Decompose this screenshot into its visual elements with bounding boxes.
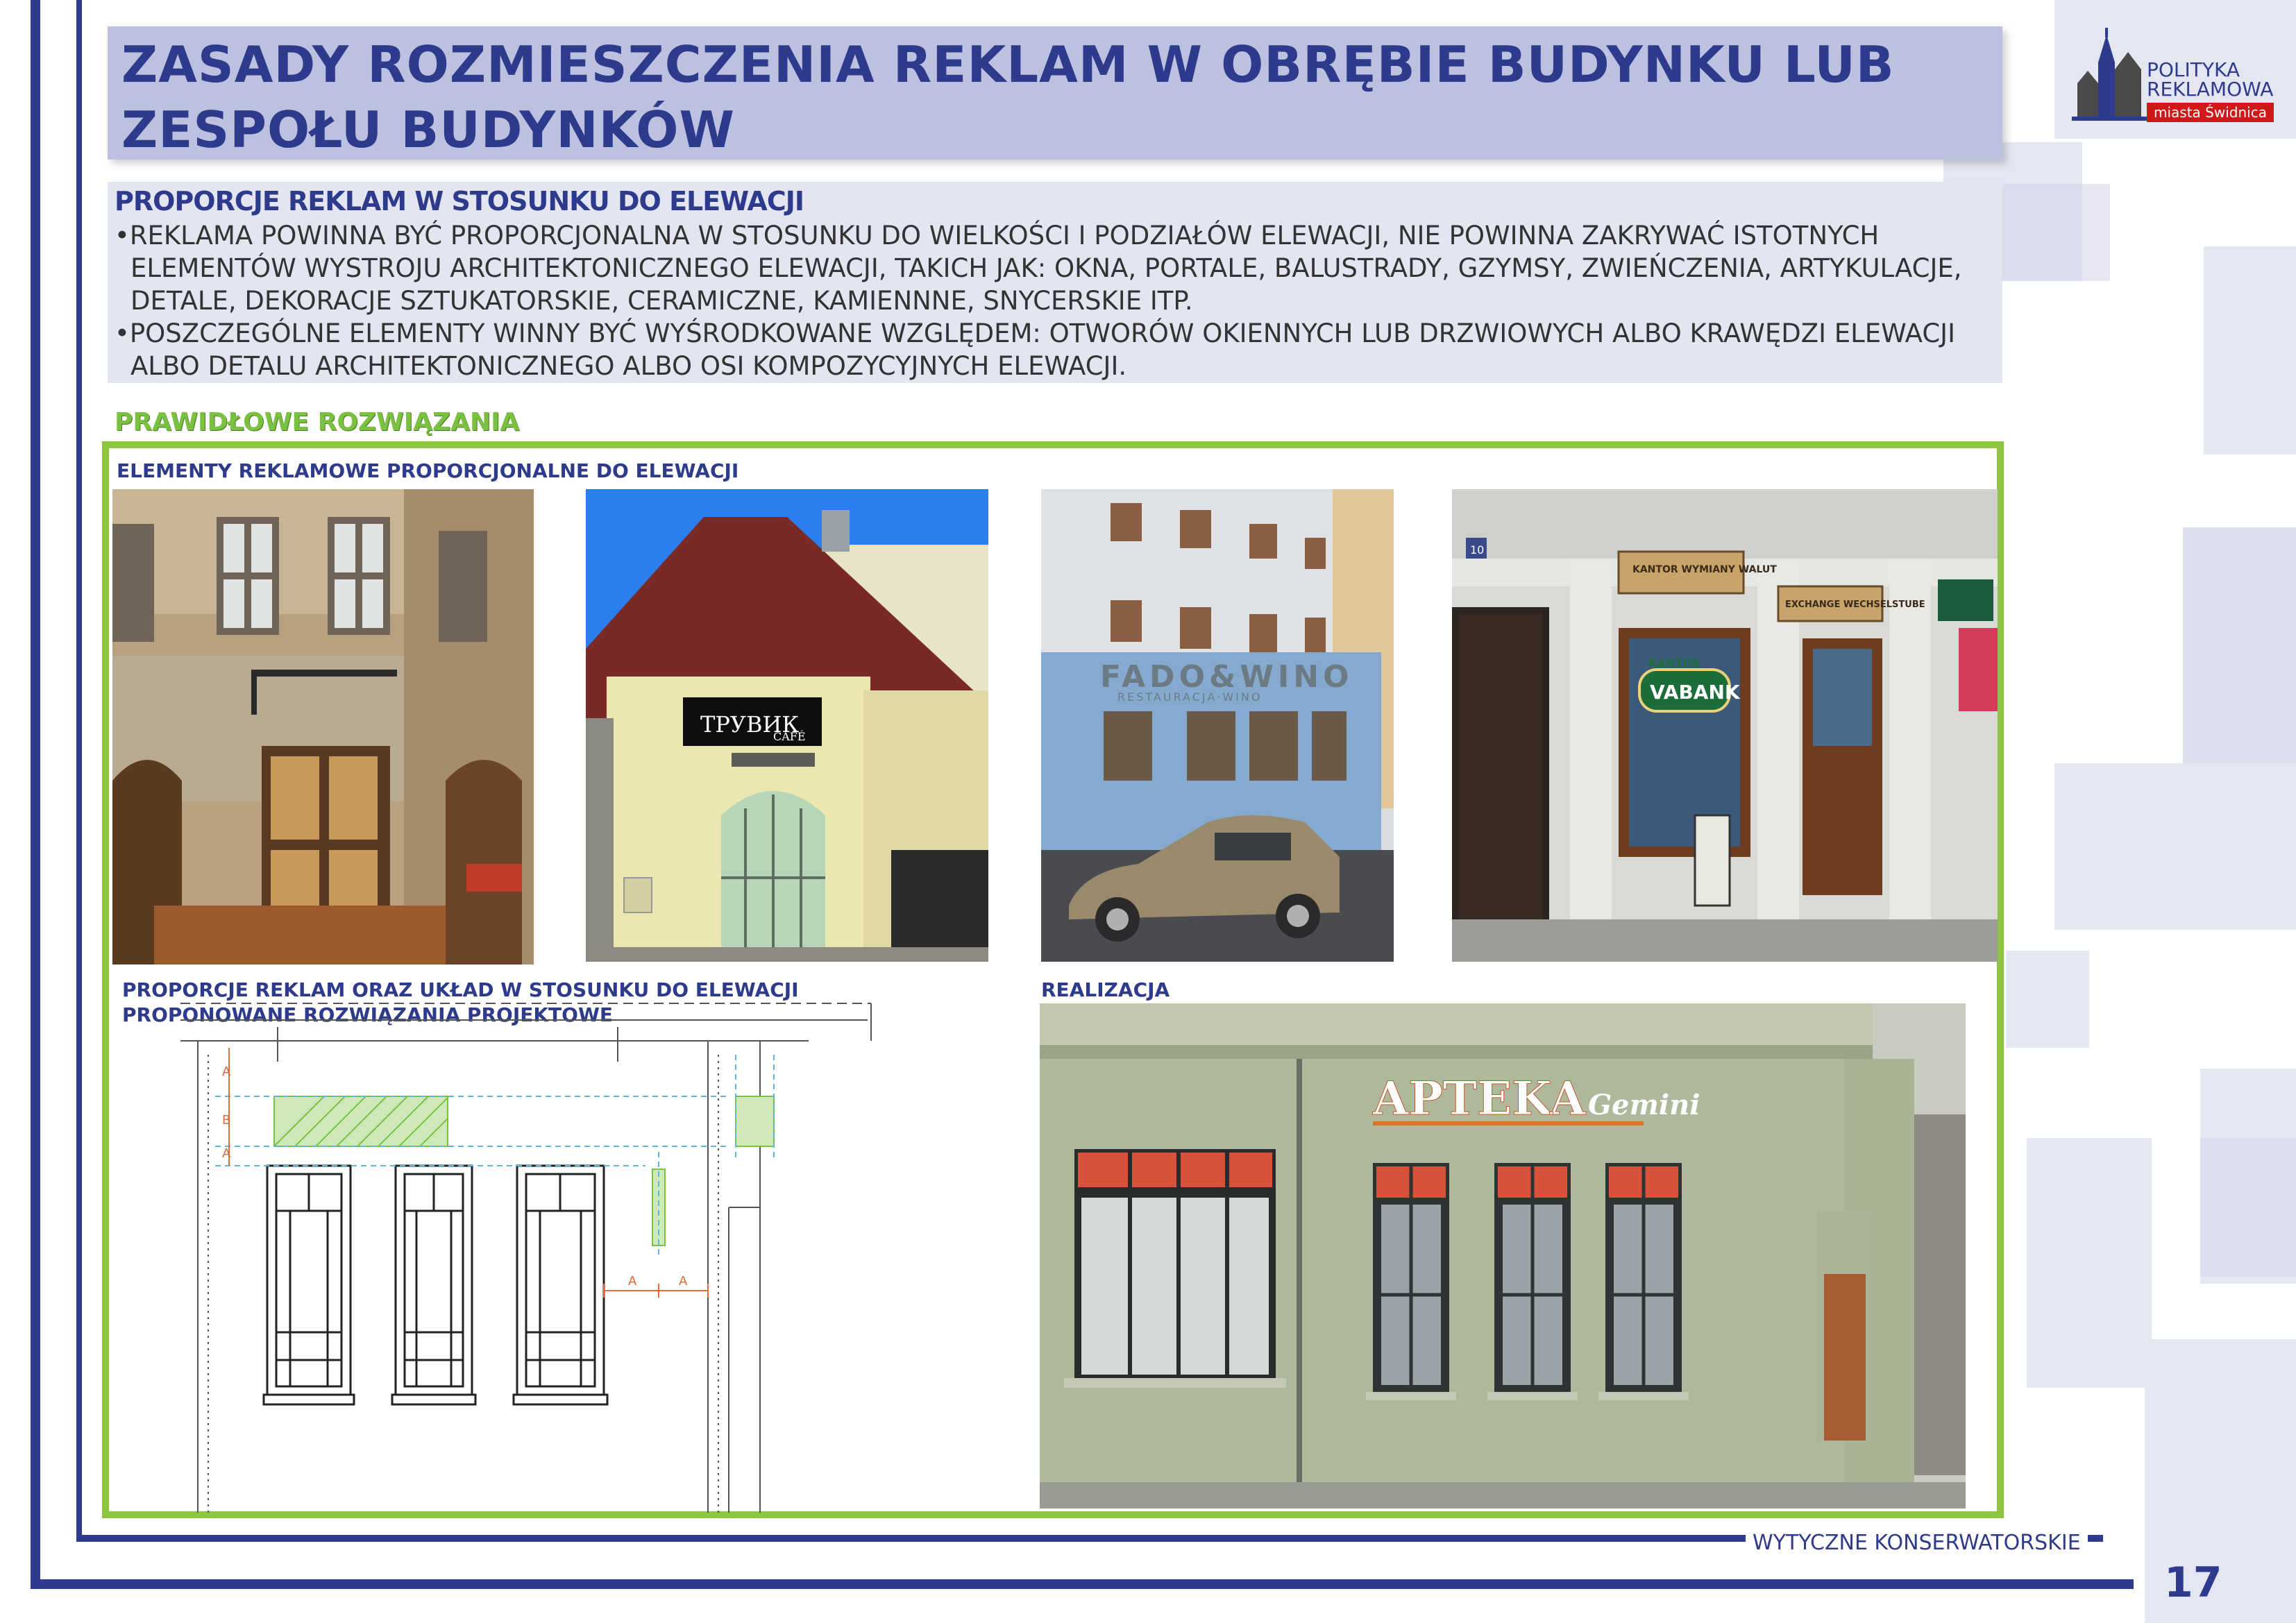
- fado-sign-sub: RESTAURACJA·WINO: [1117, 690, 1262, 704]
- bullet-2-line-1: •POSZCZEGÓLNE ELEMENTY WINNY BYĆ WYŚRODK…: [115, 318, 1956, 348]
- logo-line-2: REKLAMOWA: [2147, 78, 2274, 101]
- dim-a-2: A: [679, 1274, 688, 1289]
- decor-square: [2054, 763, 2296, 930]
- frame-line: [31, 1579, 2134, 1589]
- kantor-plaque-1: KANTOR WYMIANY WALUT: [1632, 564, 1777, 575]
- dim-a-3: A: [222, 1064, 231, 1079]
- dim-a-1: A: [628, 1274, 637, 1289]
- logo: POLITYKA REKLAMOWA miasta Świdnica: [2072, 28, 2280, 132]
- realization-label: REALIZACJA: [1041, 978, 1170, 1001]
- logo-line-3: miasta Świdnica: [2147, 103, 2274, 122]
- photo-apteka: APTEKA Gemini: [1040, 1003, 1966, 1509]
- examples-label: ELEMENTY REKLAMOWE PROPORCJONALNE DO ELE…: [117, 459, 739, 482]
- dim-a-4: A: [222, 1146, 231, 1161]
- apteka-sign-main: APTEKA: [1372, 1071, 1586, 1125]
- bullet-1-line-2: ELEMENTÓW WYSTROJU ARCHITEKTONICZNEGO EL…: [130, 253, 1962, 283]
- kantor-plaque-2: EXCHANGE WECHSELSTUBE: [1785, 600, 1925, 610]
- kantor-name: VABANK: [1650, 681, 1741, 704]
- photo-fado-restaurant: FADO&WINO RESTAURACJA·WINO: [1041, 489, 1394, 962]
- bullet-2-line-2: ALBO DETALU ARCHITEKTONICZNEGO ALBO OSI …: [130, 351, 1127, 381]
- section-heading: PROPORCJE REKLAM W STOSUNKU DO ELEWACJI: [115, 186, 804, 216]
- photo-historic-facade: [112, 489, 534, 965]
- kantor-top: KANTOR: [1648, 656, 1700, 670]
- decor-square: [1992, 184, 2110, 281]
- apteka-sign-script: Gemini: [1588, 1089, 1700, 1121]
- decor-square: [2204, 246, 2296, 454]
- frame-line: [76, 0, 82, 1542]
- drawing-label-1: PROPORCJE REKLAM ORAZ UKŁAD W STOSUNKU D…: [122, 978, 799, 1001]
- page-number: 17: [2164, 1558, 2222, 1607]
- frame-line: [31, 0, 40, 1589]
- page-title: ZASADY ROZMIESZCZENIA REKLAM W OBRĘBIE B…: [121, 35, 1895, 159]
- dim-b: B: [222, 1113, 230, 1128]
- cafe-sign-sub: CAFÉ: [773, 729, 806, 743]
- fado-sign-text: FADO&WINO: [1100, 659, 1353, 695]
- house-number: 10: [1470, 543, 1484, 556]
- footer-label: WYTYCZNE KONSERWATORSKIE: [1746, 1531, 2088, 1555]
- correct-heading: PRAWIDŁOWE ROZWIĄZANIA: [115, 408, 520, 436]
- bullet-1-line-3: DETALE, DEKORACJE SZTUKATORSKIE, CERAMIC…: [130, 286, 1193, 316]
- decor-square: [2027, 1138, 2152, 1388]
- bullet-1-line-1: •REKLAMA POWINNA BYĆ PROPORCJONALNA W ST…: [115, 221, 1880, 250]
- facade-drawing: A A A B A: [174, 999, 881, 1513]
- photo-kantor: 10 KANTOR WYMIANY WALUT EXCHANGE WECHSEL…: [1452, 489, 1998, 962]
- photo-cafe-building: ТРУВИК CAFÉ: [586, 489, 988, 962]
- decor-square: [2006, 951, 2089, 1048]
- church-icon: [2072, 28, 2148, 121]
- decor-square: [2200, 1138, 2296, 1277]
